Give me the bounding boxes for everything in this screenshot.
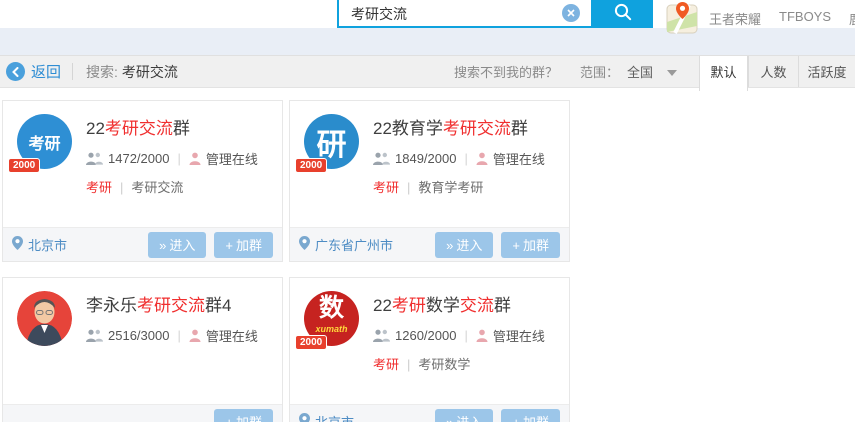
top-search-bar: 王者荣耀 TFBOYS 鹿晗 xyxy=(0,0,855,55)
group-stats: 1260/2000 | 管理在线 xyxy=(373,326,569,345)
tag: 考研交流 xyxy=(112,180,183,195)
toolbar-divider xyxy=(72,63,74,80)
back-label: 返回 xyxy=(31,64,62,81)
members-icon xyxy=(86,329,103,342)
group-stats: 1472/2000 | 管理在线 xyxy=(86,149,282,168)
plus-icon: + xyxy=(512,237,520,253)
plus-icon: + xyxy=(512,414,520,422)
card-footer: 北京市 »进入 +加群 xyxy=(290,404,569,422)
back-button[interactable]: 返回 xyxy=(6,61,61,82)
topbar-background-strip xyxy=(0,28,855,55)
group-title[interactable]: 22教育学考研交流群 xyxy=(373,114,569,139)
group-card[interactable]: 李永乐考研交流群4 2516/3000 | 管理在线 + 加群 xyxy=(2,277,283,422)
group-card[interactable]: 考研 2000 22考研交流群 1472/2000 | 管理在线 考研考研交流 … xyxy=(2,100,283,262)
admin-online-icon xyxy=(476,152,488,165)
search-input[interactable] xyxy=(337,0,593,28)
double-arrow-icon: » xyxy=(446,237,454,253)
admin-status: 管理在线 xyxy=(205,329,258,344)
enter-group-button[interactable]: » 进入 xyxy=(148,231,207,258)
location-pin-icon xyxy=(299,236,310,253)
hot-keyword[interactable]: 王者荣耀 xyxy=(709,9,761,28)
join-group-button[interactable]: + 加群 xyxy=(214,408,273,422)
cant-find-group-link[interactable]: 搜索不到我的群？ xyxy=(454,62,558,81)
location-pin-icon xyxy=(12,236,23,253)
capacity-badge: 2000 xyxy=(295,158,328,173)
group-location: 北京市 xyxy=(12,235,67,254)
join-group-button[interactable]: + 加群 xyxy=(501,231,560,258)
members-icon xyxy=(373,329,390,342)
admin-status: 管理在线 xyxy=(205,152,258,167)
plus-icon: + xyxy=(225,414,233,422)
group-location: 北京市 xyxy=(299,412,354,422)
group-card[interactable]: 研 2000 22教育学考研交流群 1849/2000 | 管理在线 考研教育学… xyxy=(289,100,570,262)
group-title[interactable]: 22考研交流群 xyxy=(86,114,282,139)
member-count: 1472/2000 xyxy=(108,151,170,166)
admin-online-icon xyxy=(476,329,488,342)
join-group-button[interactable]: + 加群 xyxy=(214,231,273,258)
tag: 考研 xyxy=(373,357,400,372)
tag: 考研 xyxy=(86,180,113,195)
card-footer: + 加群 xyxy=(3,404,282,422)
tag: 教育学考研 xyxy=(399,180,483,195)
search-icon xyxy=(613,2,633,25)
double-arrow-icon: » xyxy=(446,414,454,422)
member-count: 1849/2000 xyxy=(395,151,457,166)
admin-online-icon xyxy=(189,329,201,342)
capacity-badge: 2000 xyxy=(295,335,328,350)
tag: 考研数学 xyxy=(399,357,470,372)
member-count: 1260/2000 xyxy=(395,328,457,343)
map-app-icon[interactable] xyxy=(666,1,699,39)
search-results-grid: 考研 2000 22考研交流群 1472/2000 | 管理在线 考研考研交流 … xyxy=(0,88,855,422)
search-button[interactable] xyxy=(593,0,653,28)
admin-status: 管理在线 xyxy=(492,329,545,344)
search-summary: 搜索: 考研交流 xyxy=(86,63,178,80)
hot-keywords: 王者荣耀 TFBOYS 鹿晗 xyxy=(709,9,855,28)
group-location: 广东省广州市 xyxy=(299,235,393,254)
capacity-badge: 2000 xyxy=(8,158,41,173)
hot-keyword[interactable]: TFBOYS xyxy=(779,9,831,28)
group-card[interactable]: 数 xumath 2000 22考研数学交流群 1260/2000 | 管理在线… xyxy=(289,277,570,422)
group-tags: 考研考研交流 xyxy=(86,177,282,196)
location-pin-icon xyxy=(299,413,310,422)
chevron-down-icon[interactable] xyxy=(667,70,677,76)
group-title[interactable]: 李永乐考研交流群4 xyxy=(86,291,282,316)
group-stats: 1849/2000 | 管理在线 xyxy=(373,149,569,168)
group-tags: 考研考研数学 xyxy=(373,354,569,373)
group-title[interactable]: 22考研数学交流群 xyxy=(373,291,569,316)
tag: 考研 xyxy=(373,180,400,195)
scope-value-dropdown[interactable]: 全国 xyxy=(627,62,653,81)
back-arrow-icon xyxy=(6,62,25,81)
enter-group-button[interactable]: » 进入 xyxy=(435,231,494,258)
results-toolbar: 返回 搜索: 考研交流 搜索不到我的群？ 范围： 全国 默认 人数 活跃度 xyxy=(0,55,855,91)
member-count: 2516/3000 xyxy=(108,328,170,343)
clear-search-icon[interactable] xyxy=(562,4,580,22)
admin-status: 管理在线 xyxy=(492,152,545,167)
scope-label: 范围： xyxy=(579,65,619,80)
group-avatar-photo xyxy=(17,291,72,346)
members-icon xyxy=(86,152,103,165)
plus-icon: + xyxy=(225,237,233,253)
join-group-button[interactable]: + 加群 xyxy=(501,408,560,422)
enter-group-button[interactable]: » 进入 xyxy=(435,408,494,422)
card-footer: 广东省广州市 » 进入 + 加群 xyxy=(290,227,569,261)
hot-keyword[interactable]: 鹿晗 xyxy=(849,9,855,28)
group-stats: 2516/3000 | 管理在线 xyxy=(86,326,282,345)
members-icon xyxy=(373,152,390,165)
card-footer: 北京市 »进入 +加群 xyxy=(3,227,282,261)
group-tags: 考研教育学考研 xyxy=(373,177,569,196)
tab-default[interactable]: 默认 xyxy=(699,56,748,91)
search-term: 考研交流 xyxy=(121,63,178,80)
double-arrow-icon: » xyxy=(159,237,167,253)
tab-members[interactable]: 人数 xyxy=(748,56,798,87)
tab-activity[interactable]: 活跃度 xyxy=(798,56,855,87)
admin-online-icon xyxy=(189,152,201,165)
sort-tabs: 默认 人数 活跃度 xyxy=(699,56,855,91)
